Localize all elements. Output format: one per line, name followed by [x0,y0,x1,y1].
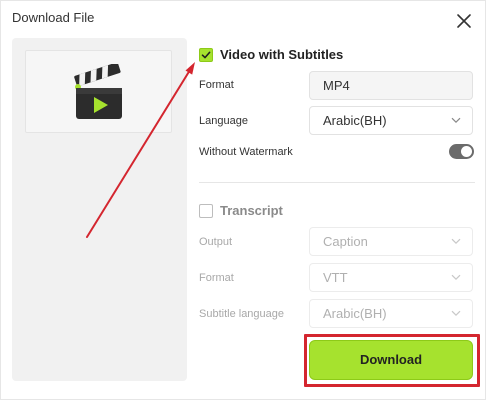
transcript-label: Transcript [220,203,283,218]
toggle-knob [461,146,472,157]
chevron-down-icon [451,310,461,317]
language-value: Arabic(BH) [323,113,387,128]
check-icon [201,51,211,59]
transcript-format-value: VTT [323,270,348,285]
clapperboard-icon [74,64,122,119]
language-label: Language [199,115,248,127]
subtitle-language-label: Subtitle language [199,308,285,320]
format-label: Format [199,79,234,91]
preview-panel [12,38,187,381]
chevron-down-icon [451,274,461,281]
video-with-subtitles-checkbox[interactable] [199,48,213,62]
download-file-dialog: Download File Video with Subtitles Forma… [0,0,486,400]
transcript-format-label: Format [199,272,234,284]
language-select[interactable]: Arabic(BH) [309,106,473,135]
output-value: Caption [323,234,368,249]
dialog-title: Download File [12,10,95,25]
transcript-format-select[interactable]: VTT [309,263,473,292]
video-thumbnail [25,50,172,133]
output-label: Output [199,236,233,248]
section-divider [199,182,475,183]
without-watermark-label: Without Watermark [199,146,293,158]
chevron-down-icon [451,238,461,245]
format-value: MP4 [323,78,350,93]
video-with-subtitles-label: Video with Subtitles [220,47,344,62]
output-select[interactable]: Caption [309,227,473,256]
subtitle-language-value: Arabic(BH) [323,306,387,321]
format-field: MP4 [309,71,473,100]
download-button[interactable]: Download [309,340,473,380]
transcript-checkbox[interactable] [199,204,213,218]
without-watermark-toggle[interactable] [449,144,474,159]
chevron-down-icon [451,117,461,124]
subtitle-language-select[interactable]: Arabic(BH) [309,299,473,328]
